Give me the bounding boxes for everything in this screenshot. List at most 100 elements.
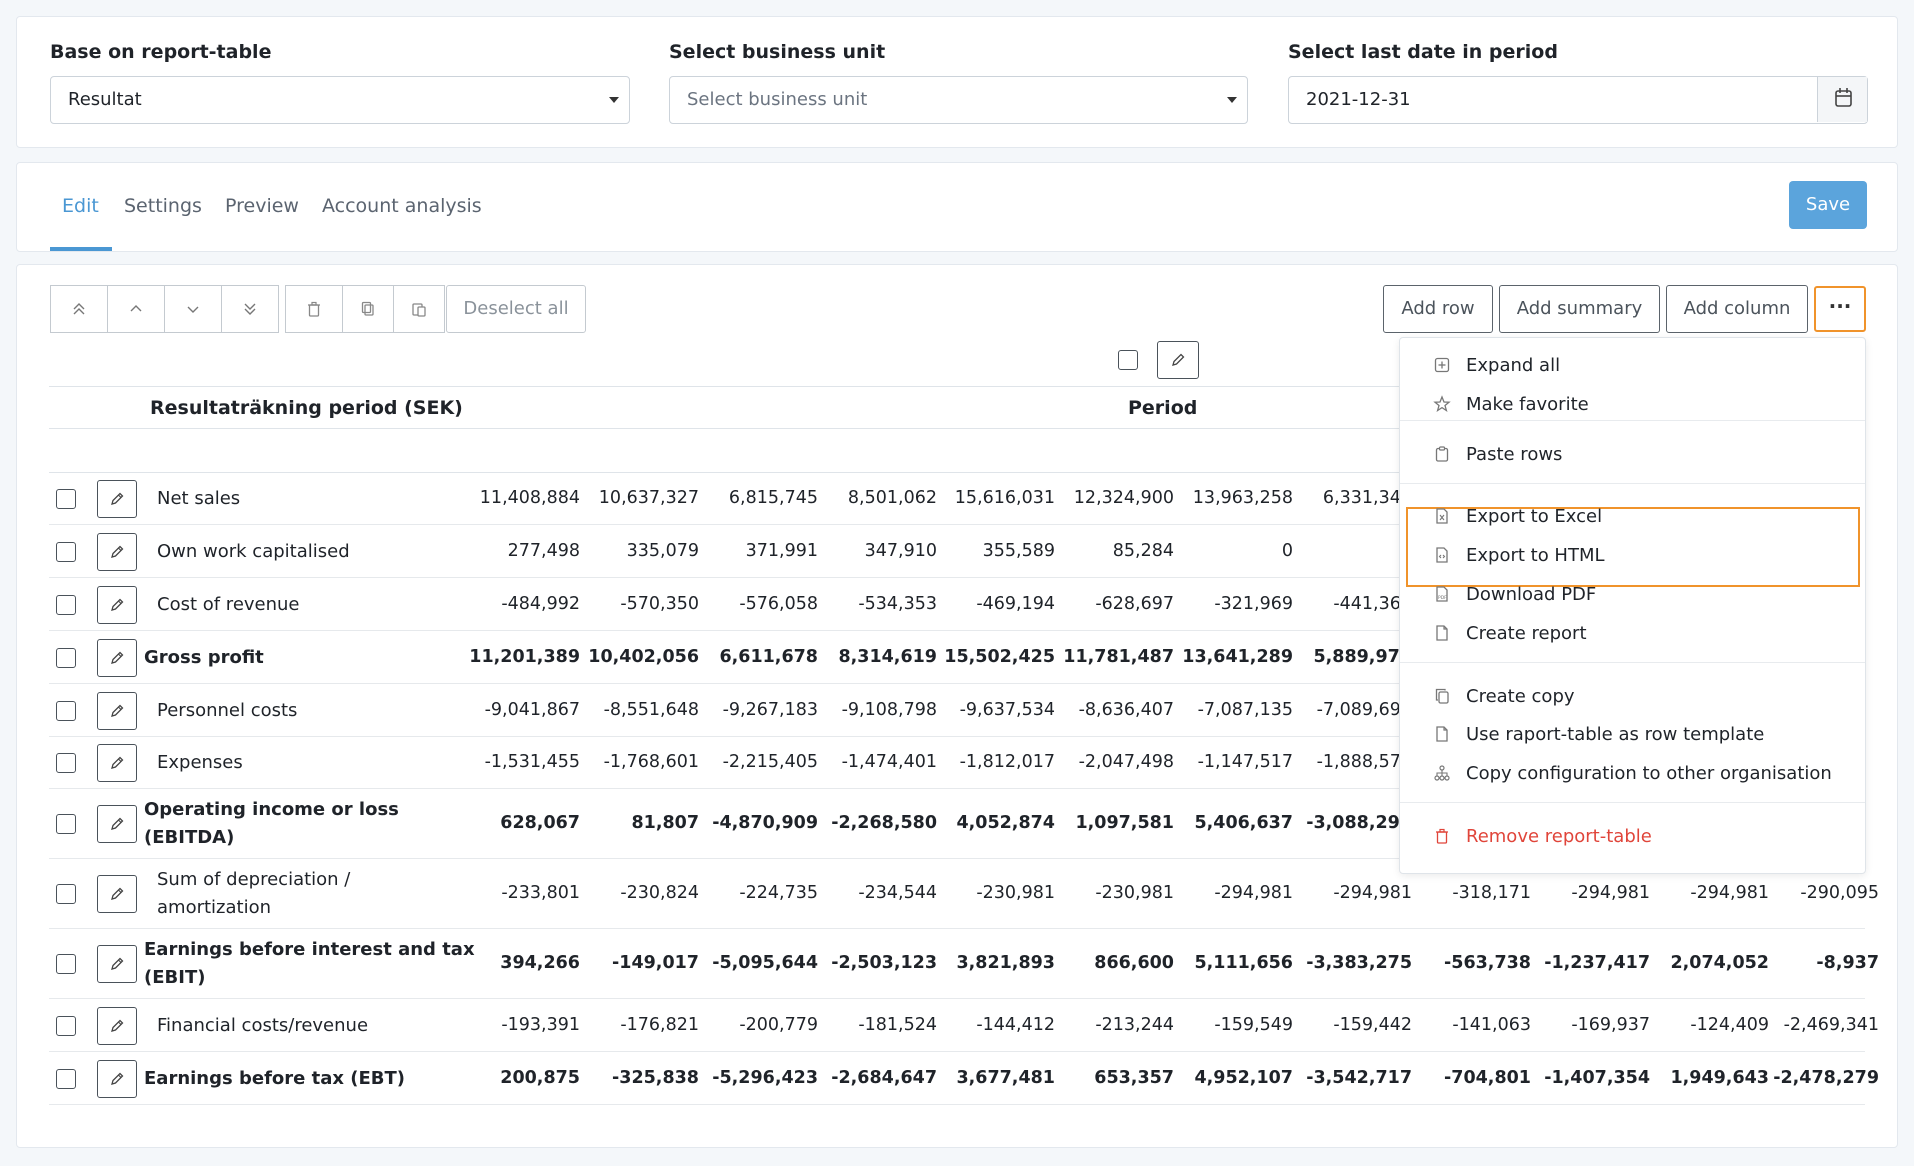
row-value-cell: -563,738	[1444, 953, 1531, 973]
menu-item-download-pdf[interactable]: PDF Download PDF	[1432, 579, 1596, 609]
row-checkbox[interactable]	[56, 753, 76, 773]
copy-button[interactable]	[342, 285, 394, 333]
menu-item-label: Make favorite	[1466, 393, 1589, 415]
row-label: Cost of revenue	[157, 593, 300, 615]
column-edit-button[interactable]	[1157, 341, 1199, 379]
move-down-button[interactable]	[164, 285, 222, 333]
tab-preview[interactable]: Preview	[225, 195, 299, 217]
row-edit-button[interactable]	[97, 945, 137, 983]
table-row: Earnings before interest and tax (EBIT) 39…	[49, 929, 1879, 999]
row-edit-button[interactable]	[97, 744, 137, 782]
plus-square-icon	[1432, 355, 1452, 375]
row-value-cell: -290,095	[1800, 883, 1879, 903]
row-value-cell: -8,937	[1816, 953, 1879, 973]
column-select-checkbox[interactable]	[1118, 350, 1138, 370]
row-edit-button[interactable]	[97, 805, 137, 843]
row-checkbox[interactable]	[56, 1015, 76, 1036]
svg-text:PDF: PDF	[1438, 595, 1447, 601]
row-value-cell: -318,171	[1452, 883, 1531, 903]
row-value-cell: -230,824	[620, 883, 699, 903]
caret-down-icon	[609, 97, 619, 103]
row-value-cell: -193,391	[501, 1014, 580, 1035]
row-label: Own work capitalised	[157, 540, 350, 562]
table-row: Financial costs/revenue -193,391 -176,821 -…	[49, 999, 1879, 1052]
menu-item-create-report[interactable]: Create report	[1432, 618, 1587, 648]
row-value-cell: -159,442	[1333, 1014, 1412, 1035]
tab-edit[interactable]: Edit	[62, 195, 99, 217]
row-checkbox[interactable]	[56, 700, 76, 721]
move-up-button[interactable]	[107, 285, 165, 333]
trash-icon	[308, 301, 320, 317]
row-value-cell: -2,478,279	[1773, 1067, 1879, 1088]
row-label-line: Operating income or loss	[144, 799, 399, 820]
row-checkbox[interactable]	[56, 647, 76, 668]
pencil-icon	[111, 651, 124, 664]
html-file-icon	[1432, 545, 1452, 565]
row-value-cell: -628,697	[1095, 593, 1174, 614]
row-value-cell: -1,407,354	[1544, 1067, 1650, 1088]
add-summary-button[interactable]: Add summary	[1499, 285, 1660, 333]
delete-button[interactable]	[285, 285, 343, 333]
row-edit-button[interactable]	[97, 638, 137, 677]
menu-item-label: Export to HTML	[1466, 544, 1605, 566]
business-unit-select[interactable]: Select business unit	[669, 76, 1248, 124]
file-icon	[1432, 724, 1452, 744]
row-value-cell: 4,952,107	[1194, 1067, 1293, 1088]
row-value-cell: -3,542,717	[1306, 1067, 1412, 1088]
row-value-cell: 15,502,425	[944, 646, 1055, 667]
move-top-button[interactable]	[50, 285, 108, 333]
row-value-cell: 12,324,900	[1073, 488, 1174, 508]
paste-button[interactable]	[393, 285, 445, 333]
menu-item-make-favorite[interactable]: Make favorite	[1432, 389, 1589, 419]
row-checkbox[interactable]	[56, 1068, 76, 1089]
menu-item-paste-rows[interactable]: Paste rows	[1432, 439, 1562, 469]
pdf-file-icon: PDF	[1432, 584, 1452, 604]
tab-settings[interactable]: Settings	[124, 195, 202, 217]
row-checkbox[interactable]	[56, 954, 76, 974]
row-checkbox[interactable]	[56, 541, 76, 562]
row-value-cell: 85,284	[1112, 540, 1174, 561]
menu-item-remove-report-table[interactable]: Remove report-table	[1432, 821, 1652, 851]
active-tab-indicator	[50, 247, 112, 251]
save-button[interactable]: Save	[1789, 181, 1867, 229]
caret-down-icon	[1227, 97, 1237, 103]
calendar-icon[interactable]	[1817, 77, 1867, 122]
row-value-cell: -149,017	[612, 953, 699, 973]
menu-item-create-copy[interactable]: Create copy	[1432, 681, 1575, 711]
tab-account-analysis[interactable]: Account analysis	[322, 195, 482, 217]
business-unit-label: Select business unit	[669, 41, 886, 63]
menu-item-copy-configuration-to-other-organisation[interactable]: Copy configuration to other organisation	[1432, 758, 1832, 788]
row-edit-button[interactable]	[97, 1006, 137, 1045]
paste-icon	[412, 303, 426, 317]
row-value-cell: -576,058	[739, 593, 818, 614]
menu-item-export-to-html[interactable]: Export to HTML	[1432, 540, 1605, 570]
add-row-button[interactable]: Add row	[1383, 285, 1493, 333]
row-label: Earnings before interest and tax (EBIT)	[144, 936, 475, 992]
row-value-cell: 394,266	[500, 953, 580, 973]
row-edit-button[interactable]	[97, 1059, 137, 1098]
row-checkbox[interactable]	[56, 489, 76, 509]
date-input[interactable]: 2021-12-31	[1288, 76, 1868, 124]
more-options-button[interactable]: ···	[1814, 286, 1866, 332]
row-value-cell: -1,812,017	[959, 752, 1055, 772]
row-checkbox[interactable]	[56, 814, 76, 834]
row-edit-button[interactable]	[97, 532, 137, 571]
row-checkbox[interactable]	[56, 884, 76, 904]
report-table-select[interactable]: Resultat	[50, 76, 630, 124]
add-column-button[interactable]: Add column	[1666, 285, 1808, 333]
row-value-cell: -9,267,183	[722, 699, 818, 720]
row-checkbox[interactable]	[56, 594, 76, 615]
menu-item-label: Use raport-table as row template	[1466, 723, 1765, 745]
row-edit-button[interactable]	[97, 691, 137, 730]
move-bottom-button[interactable]	[221, 285, 279, 333]
row-edit-button[interactable]	[97, 480, 137, 518]
deselect-all-button[interactable]: Deselect all	[446, 285, 586, 333]
row-edit-button[interactable]	[97, 585, 137, 624]
row-value-cell: 6,611,678	[719, 646, 818, 667]
row-edit-button[interactable]	[97, 875, 137, 913]
row-value-cell: -325,838	[612, 1067, 699, 1088]
menu-item-label: Download PDF	[1466, 583, 1597, 605]
menu-item-expand-all[interactable]: Expand all	[1432, 350, 1560, 380]
menu-item-use-raport-table-as-row-template[interactable]: Use raport-table as row template	[1432, 719, 1764, 749]
menu-item-export-to-excel[interactable]: Export to Excel	[1432, 501, 1602, 531]
